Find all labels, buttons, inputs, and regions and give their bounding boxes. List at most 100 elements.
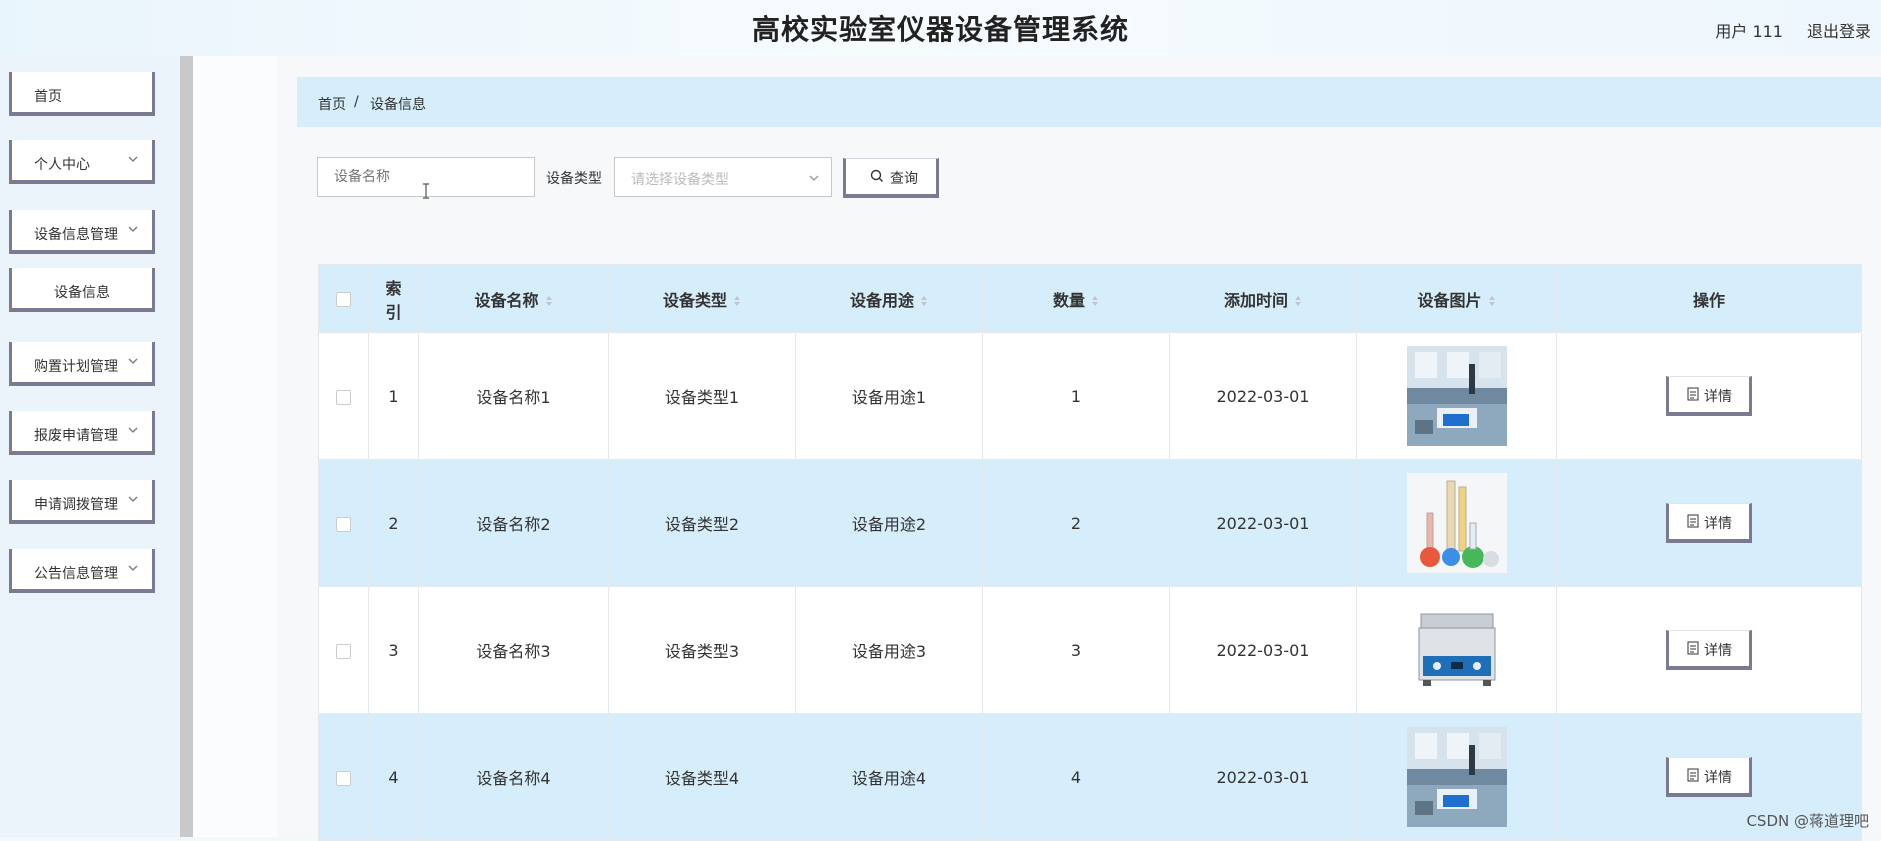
sort-icon[interactable] <box>1294 295 1302 307</box>
query-button-label: 查询 <box>890 171 918 187</box>
document-icon <box>1687 768 1699 782</box>
breadcrumb-home[interactable]: 首页 <box>318 94 346 114</box>
sidebar: 首页 个人中心 设备信息管理 设备信息 购置计划管理 报废申请管理 申请调拨管理… <box>0 56 180 837</box>
row-checkbox[interactable] <box>336 770 351 786</box>
row-select-cell <box>318 459 369 587</box>
column-header-quantity[interactable]: 数量 <box>982 264 1170 333</box>
index-cell: 4 <box>368 713 419 841</box>
equipment-type-select[interactable]: 请选择设备类型 <box>614 157 832 197</box>
row-checkbox[interactable] <box>336 389 351 405</box>
type-cell: 设备类型3 <box>608 586 796 714</box>
header-label: 设备名称 <box>474 290 539 310</box>
column-header-index: 索 引 <box>368 264 419 333</box>
sidebar-item-transfer-application[interactable]: 申请调拨管理 <box>9 480 155 524</box>
document-icon <box>1687 514 1699 528</box>
column-header-usage[interactable]: 设备用途 <box>795 264 983 333</box>
chevron-down-icon <box>128 358 138 364</box>
lab-room-image[interactable] <box>1406 727 1507 827</box>
sort-icon[interactable] <box>920 295 928 307</box>
table-row: 1 设备名称1 设备类型1 设备用途1 1 2022-03-01 详情 <box>318 332 1862 460</box>
detail-button[interactable]: 详情 <box>1666 757 1752 797</box>
column-header-name[interactable]: 设备名称 <box>418 264 609 333</box>
ultrasonic-cleaner-image[interactable] <box>1406 600 1507 700</box>
row-checkbox[interactable] <box>336 516 351 532</box>
index-header-line: 索 <box>385 278 402 298</box>
glassware-image[interactable] <box>1406 473 1507 573</box>
sidebar-item-label: 个人中心 <box>34 157 90 173</box>
header-label: 数量 <box>1052 290 1085 310</box>
column-header-type[interactable]: 设备类型 <box>608 264 796 333</box>
table-row: 4 设备名称4 设备类型4 设备用途4 4 2022-03-01 详情 <box>318 713 1862 841</box>
sidebar-item-label: 设备信息管理 <box>34 227 118 243</box>
row-checkbox[interactable] <box>336 643 351 659</box>
actions-cell: 详情 <box>1556 459 1862 587</box>
column-header-actions: 操作 <box>1556 264 1862 333</box>
column-header-date[interactable]: 添加时间 <box>1169 264 1357 333</box>
actions-cell: 详情 <box>1556 332 1862 460</box>
index-cell: 3 <box>368 586 419 714</box>
watermark: CSDN @蒋道理吧 <box>1746 812 1869 830</box>
usage-cell: 设备用途1 <box>795 332 983 460</box>
detail-button-label: 详情 <box>1704 516 1732 532</box>
lab-room-image[interactable] <box>1406 346 1507 446</box>
chevron-down-icon <box>809 175 819 181</box>
index-cell: 2 <box>368 459 419 587</box>
column-header-image[interactable]: 设备图片 <box>1356 264 1557 333</box>
type-cell: 设备类型2 <box>608 459 796 587</box>
date-cell: 2022-03-01 <box>1169 713 1357 841</box>
sort-icon[interactable] <box>545 295 553 307</box>
text-cursor-icon <box>423 183 429 199</box>
logout-link[interactable]: 退出登录 <box>1807 18 1871 42</box>
equipment-type-label: 设备类型 <box>546 171 602 187</box>
select-all-checkbox[interactable] <box>336 292 351 307</box>
document-icon <box>1687 387 1699 401</box>
sidebar-item-scrap-application[interactable]: 报废申请管理 <box>9 411 155 455</box>
sidebar-item-home[interactable]: 首页 <box>9 72 155 116</box>
header-label: 设备图片 <box>1417 290 1482 310</box>
sidebar-item-personal-center[interactable]: 个人中心 <box>9 140 155 184</box>
sort-icon[interactable] <box>1488 295 1496 307</box>
query-button[interactable]: 查询 <box>843 158 939 198</box>
header-label: 操作 <box>1692 290 1725 310</box>
sidebar-scrollbar[interactable] <box>180 56 193 837</box>
user-name: 用户 111 <box>1715 22 1783 41</box>
table-row: 3 设备名称3 设备类型3 设备用途3 3 2022-03-01 详情 <box>318 586 1862 714</box>
row-select-cell <box>318 332 369 460</box>
name-cell: 设备名称3 <box>418 586 609 714</box>
sort-icon[interactable] <box>733 295 741 307</box>
equipment-type-placeholder: 请选择设备类型 <box>631 172 729 188</box>
sidebar-item-purchase-plan[interactable]: 购置计划管理 <box>9 342 155 386</box>
type-cell: 设备类型4 <box>608 713 796 841</box>
date-cell: 2022-03-01 <box>1169 459 1357 587</box>
detail-button[interactable]: 详情 <box>1666 630 1752 670</box>
detail-button[interactable]: 详情 <box>1666 503 1752 543</box>
top-bar: 高校实验室仪器设备管理系统 用户 111 退出登录 <box>0 0 1881 56</box>
table-row: 2 设备名称2 设备类型2 设备用途2 2 2022-03-01 详情 <box>318 459 1862 587</box>
detail-button[interactable]: 详情 <box>1666 376 1752 416</box>
row-select-cell <box>318 713 369 841</box>
sidebar-item-equipment-info[interactable]: 设备信息 <box>9 268 155 312</box>
table-header-row: 索 引 设备名称 设备类型 设备用途 数量 添加时间 设备图片 操作 <box>318 264 1862 333</box>
sidebar-item-equipment-management[interactable]: 设备信息管理 <box>9 210 155 254</box>
date-cell: 2022-03-01 <box>1169 586 1357 714</box>
sort-icon[interactable] <box>1091 295 1099 307</box>
sidebar-item-announcement[interactable]: 公告信息管理 <box>9 549 155 593</box>
breadcrumb-separator: / <box>354 94 359 110</box>
row-select-cell <box>318 586 369 714</box>
chevron-down-icon <box>128 226 138 232</box>
header-label: 添加时间 <box>1223 290 1288 310</box>
sidebar-item-label: 首页 <box>34 89 62 105</box>
name-cell: 设备名称1 <box>418 332 609 460</box>
search-icon <box>870 169 883 182</box>
sidebar-item-label: 公告信息管理 <box>34 566 118 582</box>
quantity-cell: 4 <box>982 713 1170 841</box>
sidebar-item-label: 报废申请管理 <box>34 428 118 444</box>
select-all-cell <box>318 264 369 333</box>
equipment-table: 索 引 设备名称 设备类型 设备用途 数量 添加时间 设备图片 操作 1 设备名… <box>318 264 1862 841</box>
quantity-cell: 1 <box>982 332 1170 460</box>
image-cell <box>1356 713 1557 841</box>
usage-cell: 设备用途2 <box>795 459 983 587</box>
name-cell: 设备名称2 <box>418 459 609 587</box>
quantity-cell: 2 <box>982 459 1170 587</box>
chevron-down-icon <box>128 427 138 433</box>
